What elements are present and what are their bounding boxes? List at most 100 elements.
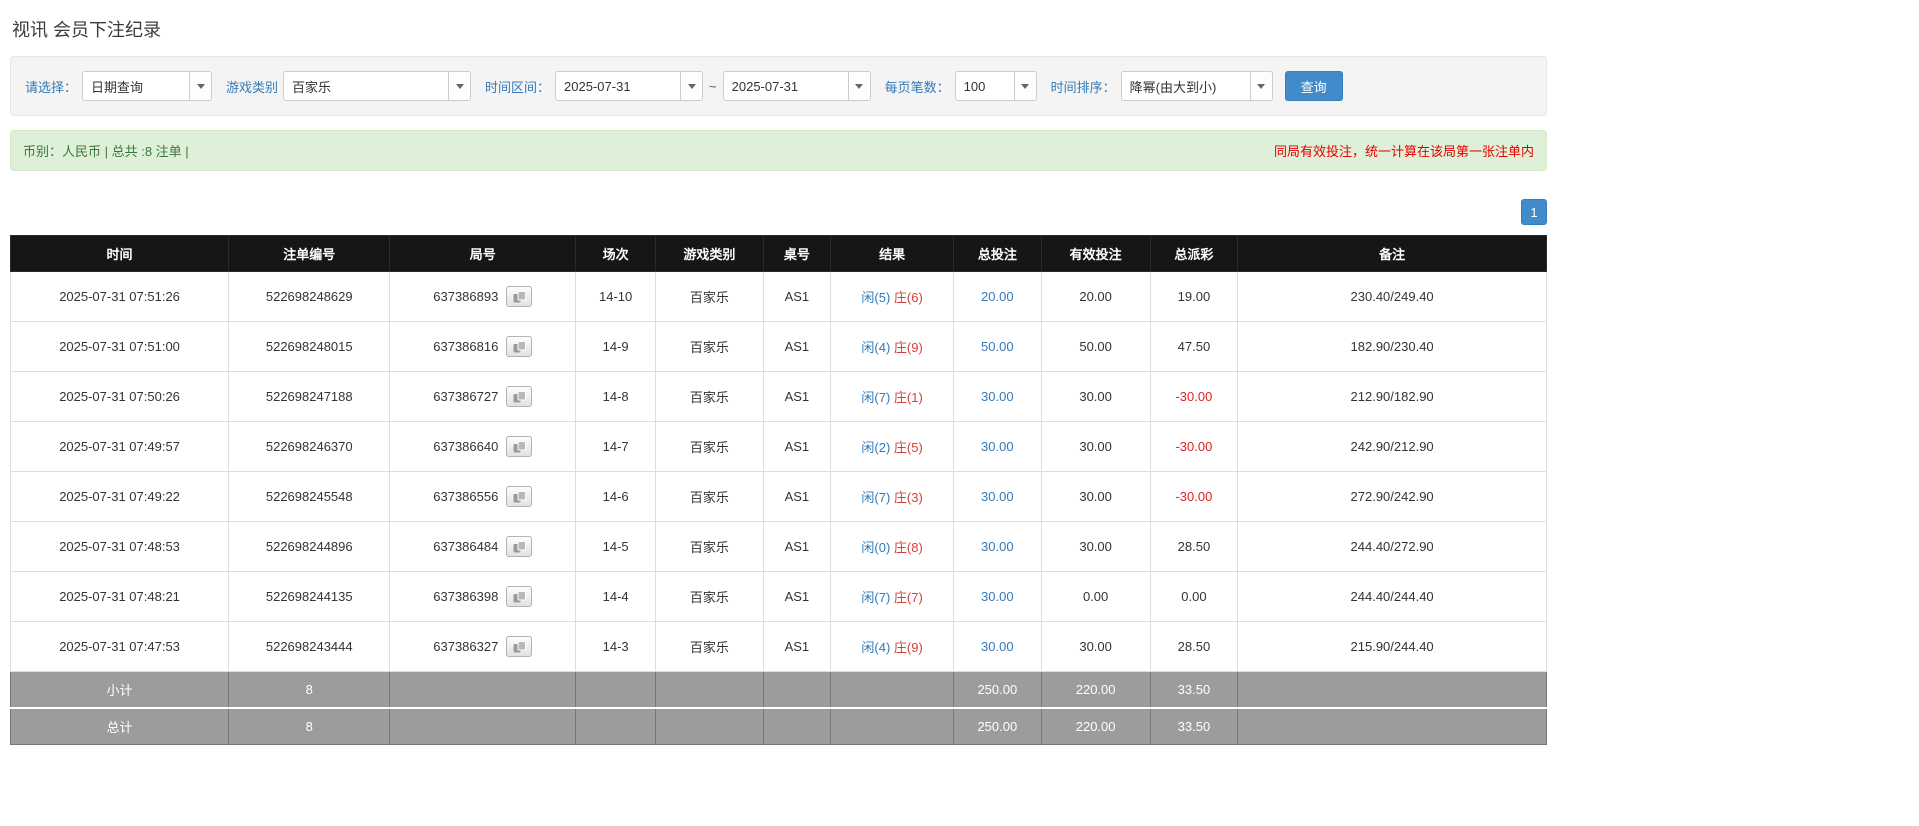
view-round-button[interactable] (506, 286, 533, 307)
cell-result: 闲(4) 庄(9) (830, 321, 955, 372)
pagination: 1 (10, 199, 1547, 225)
cards-icon (513, 440, 526, 452)
view-round-button[interactable] (506, 436, 533, 457)
cell-total-bet: 50.00 (953, 321, 1042, 372)
filter-label-time-range: 时间区间： (485, 79, 551, 95)
cell-bet-id: 522698244896 (228, 521, 391, 572)
cell-total-bet: 30.00 (953, 371, 1042, 422)
cell-table-no: AS1 (762, 421, 832, 472)
filter-label-page-size: 每页笔数： (884, 79, 950, 95)
cell-table-no: AS1 (762, 321, 832, 372)
result-player: 闲(0) (861, 540, 891, 555)
total-bet-link[interactable]: 30.00 (981, 489, 1014, 504)
pagination-page-1[interactable]: 1 (1521, 199, 1547, 225)
search-button[interactable]: 查询 (1284, 71, 1343, 101)
filter-bar: 请选择： 日期查询 游戏类别 百家乐 时间区间： 2025-07-31 ~ 20… (10, 56, 1547, 116)
cell-table-no: AS1 (762, 271, 832, 322)
chevron-down-icon[interactable] (1013, 72, 1036, 100)
cell-game-type: 百家乐 (655, 521, 764, 572)
view-round-button[interactable] (506, 636, 533, 657)
result-banker: 庄(3) (893, 490, 923, 505)
total-bet-link[interactable]: 30.00 (981, 589, 1014, 604)
view-round-button[interactable] (506, 536, 533, 557)
result-banker: 庄(5) (893, 440, 923, 455)
table-row: 2025-07-31 07:50:26 522698247188 637386727… (9, 371, 1547, 422)
summary-cell: 220.00 (1040, 707, 1151, 745)
total-bet-link[interactable]: 50.00 (981, 339, 1014, 354)
table-row: 2025-07-31 07:48:53 522698244896 637386484… (9, 521, 1547, 572)
column-header-10: 总派彩 (1149, 235, 1239, 272)
cell-bet-id: 522698243444 (228, 621, 391, 672)
total-bet-link[interactable]: 30.00 (981, 389, 1014, 404)
cell-result: 闲(2) 庄(5) (830, 421, 955, 472)
cell-table-no: AS1 (762, 521, 832, 572)
cell-payout: -30.00 (1149, 421, 1239, 472)
total-bet-link[interactable]: 20.00 (981, 289, 1014, 304)
cards-icon (513, 540, 526, 552)
column-header-8: 总投注 (953, 235, 1042, 272)
page-size-value: 100 (963, 78, 986, 94)
result-player: 闲(7) (861, 590, 891, 605)
cell-table-no: AS1 (762, 621, 832, 672)
cell-valid-bet: 30.00 (1040, 521, 1151, 572)
game-type-dropdown[interactable]: 百家乐 (283, 71, 472, 101)
chevron-down-icon[interactable] (189, 72, 212, 100)
cell-session: 14-6 (575, 471, 657, 522)
page-size-dropdown[interactable]: 100 (954, 71, 1037, 101)
view-round-button[interactable] (506, 336, 533, 357)
cell-bet-id: 522698246370 (228, 421, 391, 472)
total-bet-link[interactable]: 30.00 (981, 639, 1014, 654)
view-round-button[interactable] (506, 586, 533, 607)
view-round-button[interactable] (506, 386, 533, 407)
time-sort-dropdown[interactable]: 降幂(由大到小) (1120, 71, 1273, 101)
cell-time: 2025-07-31 07:51:26 (9, 271, 230, 322)
column-header-4: 场次 (575, 235, 657, 272)
result-player: 闲(5) (861, 290, 891, 305)
cell-total-bet: 30.00 (953, 421, 1042, 472)
cell-valid-bet: 30.00 (1040, 471, 1151, 522)
chevron-down-icon[interactable] (680, 72, 703, 100)
cell-table-no: AS1 (762, 471, 832, 522)
view-round-button[interactable] (506, 486, 533, 507)
table-row: 2025-07-31 07:49:22 522698245548 637386556… (9, 471, 1547, 522)
bet-records-table: 时间 注单编号 局号 场次 游戏类别 桌号 结果 总投注 有效投注 总派彩 备注 2025-07-3… (9, 235, 1547, 745)
cell-remark: 215.90/244.40 (1237, 621, 1547, 672)
cell-total-bet: 30.00 (953, 521, 1042, 572)
cell-payout: -30.00 (1149, 371, 1239, 422)
total-bet-link[interactable]: 30.00 (981, 539, 1014, 554)
column-header-1: 时间 (9, 235, 230, 272)
summary-cell: 250.00 (953, 671, 1042, 709)
column-header-11: 备注 (1237, 235, 1547, 272)
summary-cell (389, 707, 577, 745)
page-title: 视讯 会员下注纪录 (12, 20, 162, 40)
date-to-dropdown[interactable]: 2025-07-31 (722, 71, 871, 101)
cell-session: 14-5 (575, 521, 657, 572)
cell-payout: 19.00 (1149, 271, 1239, 322)
chevron-down-icon[interactable] (448, 72, 471, 100)
date-from-dropdown[interactable]: 2025-07-31 (555, 71, 704, 101)
cell-bet-id: 522698245548 (228, 471, 391, 522)
chevron-down-icon[interactable] (847, 72, 870, 100)
cell-round-id: 637386398 (389, 571, 577, 622)
column-header-2: 注单编号 (228, 235, 391, 272)
total-bet-link[interactable]: 30.00 (981, 439, 1014, 454)
filter-label-select: 请选择： (25, 79, 78, 95)
cell-remark: 182.90/230.40 (1237, 321, 1547, 372)
date-range-separator: ~ (709, 78, 717, 94)
game-type-value: 百家乐 (292, 79, 332, 95)
summary-cell: 总计 (9, 707, 230, 745)
chevron-down-icon[interactable] (1249, 72, 1272, 100)
cell-game-type: 百家乐 (655, 271, 764, 322)
cell-remark: 230.40/249.40 (1237, 271, 1547, 322)
cards-icon (513, 590, 526, 602)
cell-remark: 212.90/182.90 (1237, 371, 1547, 422)
table-header-row: 时间 注单编号 局号 场次 游戏类别 桌号 结果 总投注 有效投注 总派彩 备注 (9, 235, 1547, 272)
column-header-6: 桌号 (762, 235, 832, 272)
summary-cell (830, 671, 955, 709)
query-type-dropdown[interactable]: 日期查询 (82, 71, 213, 101)
cell-bet-id: 522698244135 (228, 571, 391, 622)
cell-payout: 28.50 (1149, 621, 1239, 672)
cell-session: 14-7 (575, 421, 657, 472)
cell-time: 2025-07-31 07:47:53 (9, 621, 230, 672)
cell-valid-bet: 20.00 (1040, 271, 1151, 322)
